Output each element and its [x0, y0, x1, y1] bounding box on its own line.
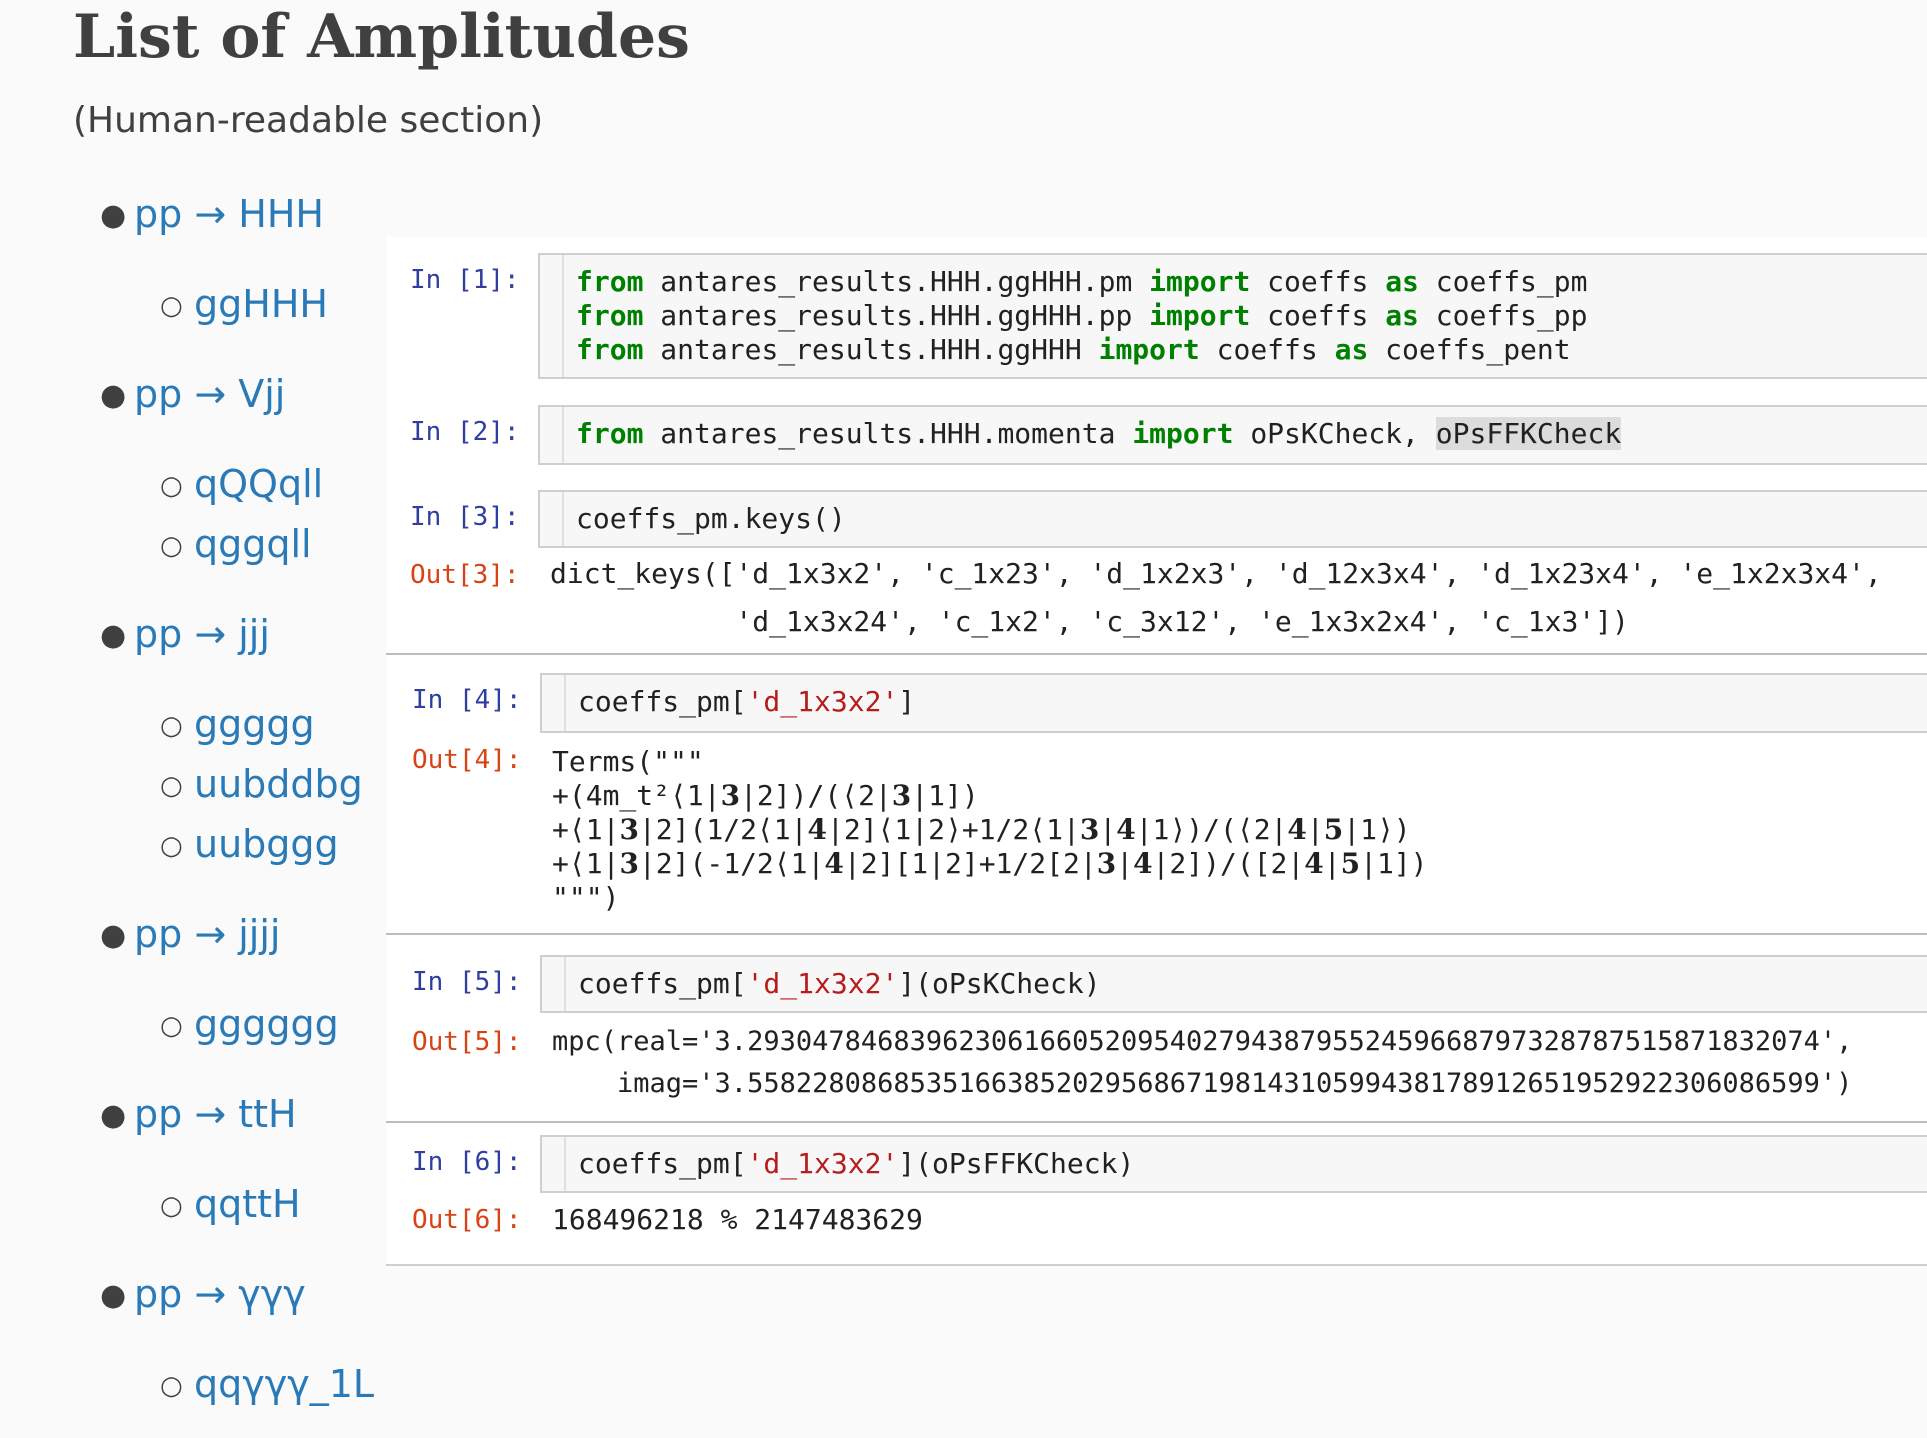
out-prompt: Out[4]: — [412, 745, 522, 775]
code-cell-5[interactable]: coeffs_pm['d_1x3x2'](oPsKCheck) — [540, 955, 1927, 1013]
output-line: 168496218 % 2147483629 — [552, 1203, 923, 1236]
code-line: coeffs_pm.keys() — [576, 502, 846, 535]
nav-link[interactable]: qqttH — [194, 1182, 301, 1226]
output-line: +⟨1|3|2](1/2⟨1|4|2]⟨1|2⟩+1/2⟨1|3|4|1⟩)/(… — [552, 813, 1411, 846]
code-cell-6[interactable]: coeffs_pm['d_1x3x2'](oPsFFKCheck) — [540, 1135, 1927, 1193]
nav-item-pp-jjjj[interactable]: ● pp → jjjj — [100, 910, 280, 960]
cell-divider — [386, 933, 1927, 935]
nav-item-ggggg[interactable]: ○ ggggg — [160, 700, 315, 750]
circle-bullet-icon: ○ — [160, 1371, 183, 1401]
page-title: List of Amplitudes — [73, 2, 690, 72]
nav-item-pp-hhh[interactable]: ● pp → HHH — [100, 190, 324, 240]
bullet-icon: ● — [100, 378, 127, 413]
circle-bullet-icon: ○ — [160, 711, 183, 741]
output-line: dict_keys(['d_1x3x2', 'c_1x23', 'd_1x2x3… — [550, 557, 1882, 590]
code-line: from antares_results.HHH.ggHHH import co… — [576, 333, 1571, 366]
nav-item-uubddbg[interactable]: ○ uubddbg — [160, 760, 363, 810]
cell-divider — [386, 653, 1927, 655]
nav-link[interactable]: pp → ttH — [134, 1092, 297, 1136]
nav-link[interactable]: gggggg — [194, 1002, 339, 1046]
output-line: +(4m_t²⟨1|3|2])/(⟨2|3|1]) — [552, 779, 979, 812]
nav-link[interactable]: uubggg — [194, 822, 339, 866]
nav-link[interactable]: qqγγγ_1L — [194, 1362, 374, 1406]
nav-link[interactable]: qQQqll — [194, 462, 323, 506]
bullet-icon: ● — [100, 618, 127, 653]
output-line: imag='3.55822808685351663852029568671981… — [552, 1068, 1853, 1099]
in-prompt: In [2]: — [410, 417, 520, 447]
nav-item-qqqqll[interactable]: ○ qQQqll — [160, 460, 323, 510]
code-line: coeffs_pm['d_1x3x2'](oPsKCheck) — [578, 967, 1101, 1000]
nav-link[interactable]: uubddbg — [194, 762, 363, 806]
bullet-icon: ● — [100, 1098, 127, 1133]
nav-link[interactable]: ggggg — [194, 702, 315, 746]
nav-item-pp-yyy[interactable]: ● pp → γγγ — [100, 1270, 306, 1320]
code-cell-4[interactable]: coeffs_pm['d_1x3x2'] — [540, 673, 1927, 733]
code-cell-1[interactable]: from antares_results.HHH.ggHHH.pm import… — [538, 253, 1927, 379]
nav-item-pp-vjj[interactable]: ● pp → Vjj — [100, 370, 285, 420]
out-prompt: Out[3]: — [410, 560, 520, 590]
code-line: from antares_results.HHH.ggHHH.pm import… — [576, 265, 1588, 298]
output-line: mpc(real='3.2930478468396230616605209540… — [552, 1026, 1853, 1057]
nav-link[interactable]: qggqll — [194, 522, 312, 566]
nav-link[interactable]: pp → Vjj — [134, 372, 285, 416]
code-line: coeffs_pm['d_1x3x2'](oPsFFKCheck) — [578, 1147, 1135, 1180]
notebook-panel: In [1]: from antares_results.HHH.ggHHH.p… — [386, 237, 1927, 1266]
nav-item-gggggg[interactable]: ○ gggggg — [160, 1000, 339, 1050]
page-subtitle: (Human-readable section) — [73, 100, 544, 141]
nav-item-gghhh[interactable]: ○ ggHHH — [160, 280, 328, 330]
cell-divider — [386, 1121, 1927, 1123]
circle-bullet-icon: ○ — [160, 771, 183, 801]
in-prompt: In [5]: — [412, 967, 522, 997]
circle-bullet-icon: ○ — [160, 531, 183, 561]
code-line: coeffs_pm['d_1x3x2'] — [578, 685, 916, 718]
bullet-icon: ● — [100, 918, 127, 953]
nav-link[interactable]: pp → jjj — [134, 612, 270, 656]
circle-bullet-icon: ○ — [160, 291, 183, 321]
out-prompt: Out[5]: — [412, 1027, 522, 1057]
circle-bullet-icon: ○ — [160, 1191, 183, 1221]
circle-bullet-icon: ○ — [160, 831, 183, 861]
nav-link[interactable]: ggHHH — [194, 282, 328, 326]
circle-bullet-icon: ○ — [160, 471, 183, 501]
bullet-icon: ● — [100, 1278, 127, 1313]
in-prompt: In [6]: — [412, 1147, 522, 1177]
output-line: """) — [552, 881, 620, 914]
output-line: 'd_1x3x24', 'c_1x2', 'c_3x12', 'e_1x3x2x… — [550, 605, 1629, 638]
nav-item-pp-tth[interactable]: ● pp → ttH — [100, 1090, 297, 1140]
in-prompt: In [1]: — [410, 265, 520, 295]
code-cell-2[interactable]: from antares_results.HHH.momenta import … — [538, 405, 1927, 465]
out-prompt: Out[6]: — [412, 1205, 522, 1235]
in-prompt: In [3]: — [410, 502, 520, 532]
nav-item-qggqll[interactable]: ○ qggqll — [160, 520, 312, 570]
code-line: from antares_results.HHH.momenta import … — [576, 417, 1622, 450]
output-line: +⟨1|3|2](-1/2⟨1|4|2][1|2]+1/2[2|3|4|2])/… — [552, 847, 1428, 880]
nav-item-pp-jjj[interactable]: ● pp → jjj — [100, 610, 270, 660]
nav-item-qqyyy-1l[interactable]: ○ qqγγγ_1L — [160, 1360, 374, 1410]
output-line: Terms(""" — [552, 745, 704, 778]
nav-item-qqtth[interactable]: ○ qqttH — [160, 1180, 301, 1230]
circle-bullet-icon: ○ — [160, 1011, 183, 1041]
nav-link[interactable]: pp → jjjj — [134, 912, 280, 956]
code-line: from antares_results.HHH.ggHHH.pp import… — [576, 299, 1588, 332]
nav-link[interactable]: pp → γγγ — [134, 1272, 306, 1316]
nav-item-uubggg[interactable]: ○ uubggg — [160, 820, 339, 870]
bullet-icon: ● — [100, 198, 127, 233]
in-prompt: In [4]: — [412, 685, 522, 715]
nav-link[interactable]: pp → HHH — [134, 192, 324, 236]
code-cell-3[interactable]: coeffs_pm.keys() — [538, 490, 1927, 548]
